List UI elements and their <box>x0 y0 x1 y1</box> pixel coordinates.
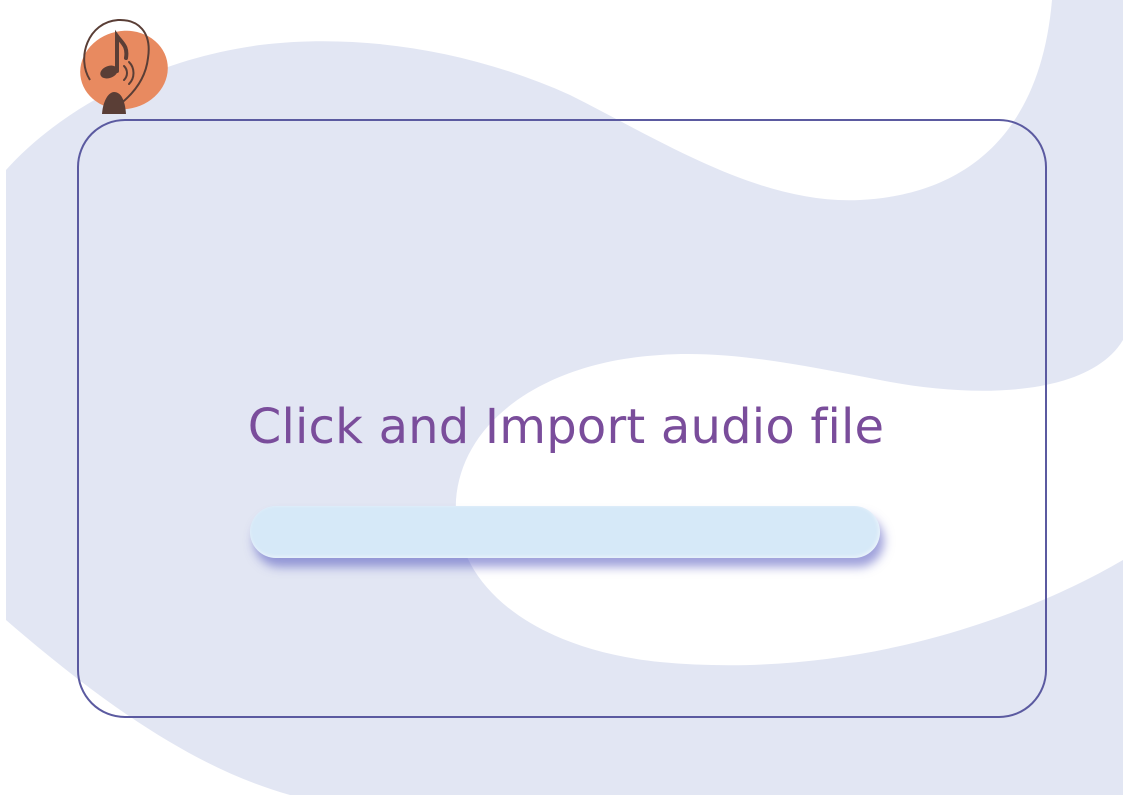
music-note-headphones-icon <box>80 18 168 114</box>
app-window: Click and Import audio file <box>0 0 1123 795</box>
import-prompt-label[interactable]: Click and Import audio file <box>79 399 1053 455</box>
audio-import-dropzone[interactable]: Click and Import audio file <box>77 119 1047 718</box>
import-progress-bar <box>250 506 880 558</box>
